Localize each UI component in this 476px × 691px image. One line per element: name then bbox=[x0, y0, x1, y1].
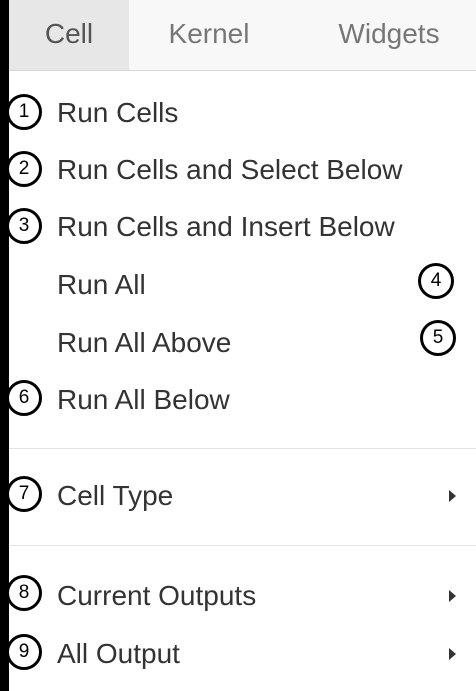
menu-item-run-all[interactable]: Run All bbox=[9, 259, 476, 311]
menu-item-label: Cell Type bbox=[57, 480, 174, 511]
menu-divider bbox=[9, 545, 476, 546]
menu-item-label: Current Outputs bbox=[57, 580, 257, 611]
menu-item-all-output[interactable]: All Output bbox=[9, 628, 476, 680]
cell-menu-dropdown: Run Cells Run Cells and Select Below Run… bbox=[9, 71, 476, 691]
menu-item-cell-type[interactable]: Cell Type bbox=[9, 470, 476, 522]
menu-item-label: All Output bbox=[57, 638, 180, 669]
menu-item-current-outputs[interactable]: Current Outputs bbox=[9, 570, 476, 622]
menu-item-run-cells-select-below[interactable]: Run Cells and Select Below bbox=[9, 144, 476, 196]
menu-item-label: Run Cells and Insert Below bbox=[57, 211, 395, 242]
callout-badge: 8 bbox=[6, 575, 42, 611]
menu-item-run-all-below[interactable]: Run All Below bbox=[9, 374, 476, 426]
callout-badge: 4 bbox=[418, 263, 454, 299]
menu-item-label: Run All bbox=[57, 269, 146, 300]
caret-right-icon bbox=[449, 590, 456, 602]
callout-badge: 6 bbox=[6, 380, 42, 416]
menu-item-run-cells-insert-below[interactable]: Run Cells and Insert Below bbox=[9, 201, 476, 253]
menu-item-label: Run Cells bbox=[57, 97, 179, 128]
menu-tab-kernel[interactable]: Kernel bbox=[149, 0, 269, 70]
menu-item-label: Run Cells and Select Below bbox=[57, 154, 403, 185]
menu-item-run-all-above[interactable]: Run All Above bbox=[9, 317, 476, 369]
menu-tab-cell[interactable]: Cell bbox=[9, 0, 129, 70]
callout-badge: 7 bbox=[6, 476, 42, 512]
menu-divider bbox=[9, 448, 476, 449]
menu-item-label: Run All Above bbox=[57, 327, 232, 358]
menu-item-run-cells[interactable]: Run Cells bbox=[9, 87, 476, 139]
callout-badge: 9 bbox=[6, 634, 42, 670]
callout-badge: 3 bbox=[6, 208, 42, 244]
caret-right-icon bbox=[449, 490, 456, 502]
caret-right-icon bbox=[449, 648, 456, 660]
menu-item-label: Run All Below bbox=[57, 384, 230, 415]
callout-badge: 1 bbox=[6, 94, 42, 130]
callout-badge: 5 bbox=[420, 320, 456, 356]
menubar: Cell Kernel Widgets bbox=[9, 0, 476, 71]
callout-badge: 2 bbox=[6, 151, 42, 187]
menu-tab-widgets[interactable]: Widgets bbox=[309, 0, 469, 70]
